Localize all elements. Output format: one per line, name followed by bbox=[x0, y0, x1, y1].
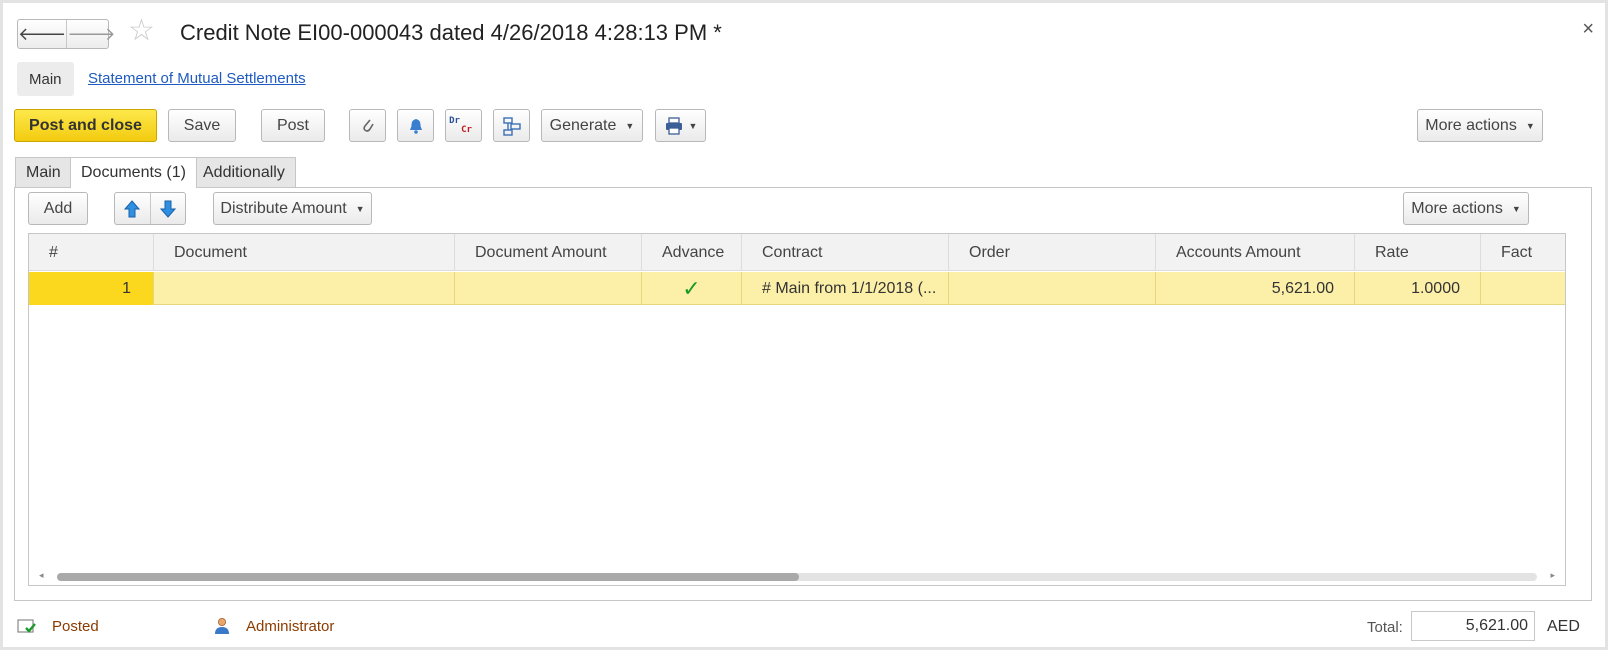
move-buttons bbox=[114, 192, 186, 225]
tab-additionally[interactable]: Additionally bbox=[192, 157, 296, 187]
documents-table: # Document Document Amount Advance Contr… bbox=[28, 233, 1566, 586]
window-title: Credit Note EI00-000043 dated 4/26/2018 … bbox=[180, 20, 722, 45]
column-header-order[interactable]: Order bbox=[949, 234, 1156, 271]
paperclip-icon bbox=[362, 118, 374, 132]
forward-arrow-icon[interactable]: 🡒 bbox=[66, 20, 116, 48]
tab-main[interactable]: Main bbox=[15, 157, 72, 187]
post-button[interactable]: Post bbox=[261, 109, 325, 142]
author-info[interactable]: Administrator bbox=[214, 617, 334, 635]
move-down-icon[interactable] bbox=[151, 193, 186, 224]
scroll-right-icon[interactable]: ▸ bbox=[1550, 570, 1555, 581]
dr-cr-icon: Dr Cr bbox=[449, 115, 472, 135]
column-header-fact[interactable]: Fact bbox=[1481, 234, 1565, 271]
column-header-rate[interactable]: Rate bbox=[1355, 234, 1481, 271]
dr-cr-button[interactable]: Dr Cr bbox=[445, 109, 482, 142]
statement-link[interactable]: Statement of Mutual Settlements bbox=[88, 70, 306, 87]
fact-cell[interactable] bbox=[1481, 272, 1565, 305]
bell-icon bbox=[409, 118, 422, 134]
contract-cell[interactable]: # Main from 1/1/2018 (... bbox=[742, 272, 949, 305]
posted-label: Posted bbox=[52, 617, 99, 635]
posted-document-icon bbox=[17, 619, 36, 633]
distribute-amount-button[interactable]: Distribute Amount ▼ bbox=[213, 192, 372, 225]
save-button[interactable]: Save bbox=[168, 109, 236, 142]
column-header-advance[interactable]: Advance bbox=[642, 234, 742, 271]
table-header: # Document Document Amount Advance Contr… bbox=[29, 234, 1565, 271]
chevron-down-icon: ▼ bbox=[625, 120, 635, 131]
table-more-actions-label: More actions bbox=[1411, 199, 1503, 217]
rate-cell[interactable]: 1.0000 bbox=[1355, 272, 1481, 305]
posted-status[interactable]: Posted bbox=[17, 617, 99, 635]
column-header-accounts-amount[interactable]: Accounts Amount bbox=[1156, 234, 1355, 271]
advance-check-icon[interactable]: ✓ bbox=[642, 272, 742, 305]
chevron-down-icon: ▼ bbox=[688, 120, 698, 131]
scroll-left-icon[interactable]: ◂ bbox=[39, 570, 44, 581]
structure-button[interactable] bbox=[493, 109, 530, 142]
document-cell[interactable] bbox=[154, 272, 455, 305]
total-field: 5,621.00 bbox=[1411, 611, 1535, 641]
user-icon bbox=[215, 618, 229, 634]
currency-label: AED bbox=[1547, 618, 1580, 635]
column-header-contract[interactable]: Contract bbox=[742, 234, 949, 271]
generate-button[interactable]: Generate ▼ bbox=[541, 109, 643, 142]
total-label: Total: bbox=[1367, 619, 1403, 636]
structure-icon bbox=[502, 116, 521, 136]
row-number-cell[interactable]: 1 bbox=[29, 272, 154, 305]
chevron-down-icon: ▼ bbox=[355, 203, 365, 214]
column-header-document[interactable]: Document bbox=[154, 234, 455, 271]
accounts-amount-cell[interactable]: 5,621.00 bbox=[1156, 272, 1355, 305]
horizontal-scrollbar[interactable]: ◂ ▸ bbox=[29, 567, 1565, 585]
close-icon[interactable]: × bbox=[1582, 18, 1594, 41]
move-up-icon[interactable] bbox=[115, 193, 151, 224]
reminder-button[interactable] bbox=[397, 109, 434, 142]
table-row[interactable]: 1 ✓ # Main from 1/1/2018 (... 5,621.00 1… bbox=[29, 272, 1565, 305]
distribute-amount-label: Distribute Amount bbox=[220, 199, 347, 217]
author-label: Administrator bbox=[246, 617, 335, 635]
more-actions-label: More actions bbox=[1425, 116, 1517, 134]
post-and-close-button[interactable]: Post and close bbox=[14, 109, 157, 142]
chevron-down-icon: ▼ bbox=[1525, 120, 1535, 131]
order-cell[interactable] bbox=[949, 272, 1156, 305]
column-header-number[interactable]: # bbox=[29, 234, 154, 271]
generate-label: Generate bbox=[549, 116, 617, 134]
back-arrow-icon[interactable]: 🡐 bbox=[18, 20, 66, 48]
print-button[interactable]: ▼ bbox=[655, 109, 706, 142]
favorite-star-icon[interactable]: ☆ bbox=[128, 16, 155, 46]
chevron-down-icon: ▼ bbox=[1511, 203, 1521, 214]
scroll-thumb[interactable] bbox=[57, 573, 799, 581]
tab-documents[interactable]: Documents (1) bbox=[70, 157, 197, 188]
add-button[interactable]: Add bbox=[28, 192, 88, 225]
column-header-document-amount[interactable]: Document Amount bbox=[455, 234, 642, 271]
attach-button[interactable] bbox=[349, 109, 386, 142]
table-more-actions-button[interactable]: More actions ▼ bbox=[1403, 192, 1529, 225]
more-actions-button[interactable]: More actions ▼ bbox=[1417, 109, 1543, 142]
section-main[interactable]: Main bbox=[17, 62, 74, 96]
print-icon bbox=[665, 116, 682, 135]
history-nav: 🡐 🡒 bbox=[17, 19, 116, 49]
document-amount-cell[interactable] bbox=[455, 272, 642, 305]
